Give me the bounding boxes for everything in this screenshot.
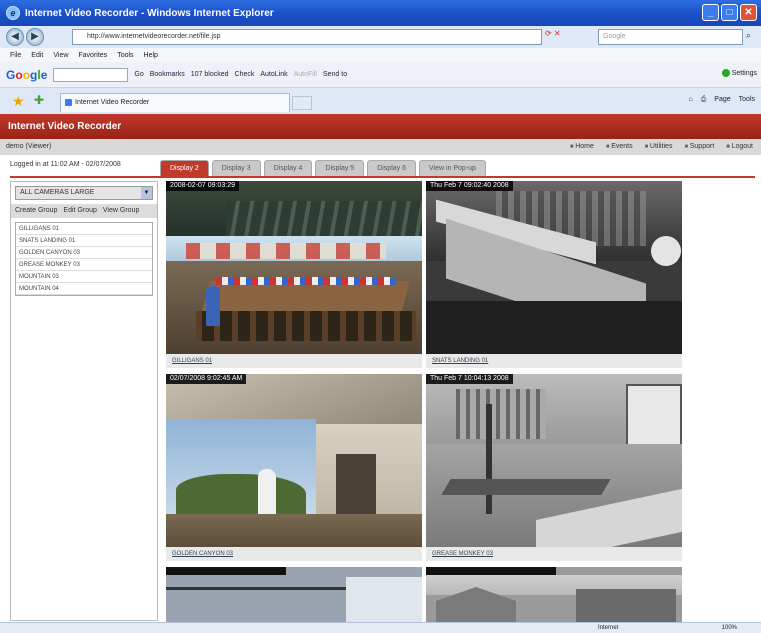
camera-feed-image[interactable]: 02/07/2008 9:02:45 AM (166, 374, 422, 547)
camera-list-item[interactable]: MOUNTAIN 04 (16, 283, 152, 295)
menu-help[interactable]: Help (144, 52, 158, 59)
camera-tile[interactable]: Thu Feb 7 10:04:13 2008 GREASE MONKEY 03 (426, 374, 682, 564)
camera-list-item[interactable]: GOLDEN CANYON 03 (16, 247, 152, 259)
tab-display-4[interactable]: Display 4 (263, 160, 313, 176)
tab-divider (10, 176, 755, 178)
popup-blocked-button[interactable]: 107 blocked (191, 71, 229, 78)
menu-view[interactable]: View (53, 52, 68, 59)
favorites-bar: ★ ✚ Internet Video Recorder ⌂ ⎙ Page Too… (0, 88, 761, 114)
nav-home[interactable]: Home (570, 139, 594, 155)
app-nav: Home Events Utilities Support Logout (570, 139, 753, 155)
create-group-link[interactable]: Create Group (15, 204, 57, 218)
window-controls: _ □ ✕ (702, 4, 757, 21)
chevron-down-icon[interactable]: ▼ (141, 187, 152, 199)
tab-display-5[interactable]: Display 5 (315, 160, 365, 176)
camera-list-item[interactable]: GREASE MONKEY 03 (16, 259, 152, 271)
zoom-level[interactable]: 100% (722, 623, 737, 633)
new-tab-button[interactable] (292, 96, 312, 110)
camera-tile[interactable]: Thu Feb 7 09:02:40 2008 SNATS LANDING 01 (426, 181, 682, 371)
view-group-link[interactable]: View Group (103, 204, 139, 218)
google-search-input[interactable] (53, 67, 129, 82)
maximize-button[interactable]: □ (721, 4, 738, 21)
camera-caption-link[interactable]: GREASE MONKEY 03 (426, 547, 682, 561)
nav-events[interactable]: Events (606, 139, 632, 155)
edit-group-link[interactable]: Edit Group (63, 204, 96, 218)
camera-tile[interactable] (426, 567, 682, 622)
tools-menu[interactable]: Tools (739, 96, 755, 104)
app-header: Internet Video Recorder (0, 114, 761, 139)
camera-list-item[interactable]: MOUNTAIN 03 (16, 271, 152, 283)
tab-display-6[interactable]: Display 6 (367, 160, 416, 176)
refresh-stop-icons[interactable]: ⟳ ✕ (545, 29, 561, 38)
command-bar: ⌂ ⎙ Page Tools (688, 96, 755, 104)
nav-support[interactable]: Support (684, 139, 715, 155)
google-logo: Google (6, 67, 48, 82)
page-menu[interactable]: Page (714, 96, 730, 104)
camera-list-item[interactable]: SNATS LANDING 01 (16, 235, 152, 247)
tab-display-3[interactable]: Display 3 (211, 160, 261, 176)
user-bar: demo (Viewer) Home Events Utilities Supp… (0, 139, 761, 155)
minimize-button[interactable]: _ (702, 4, 719, 21)
security-zone: Internet (598, 625, 619, 631)
search-icon[interactable]: ⌕ (746, 30, 751, 41)
camera-tile[interactable]: 2008-02-07 09:03:29 GILLIGANS 01 (166, 181, 422, 371)
login-status: Logged in at 11:02 AM - 02/07/2008 (10, 161, 121, 168)
autofill-button[interactable]: AutoFill (294, 71, 317, 78)
home-icon[interactable]: ⌂ (688, 96, 692, 104)
menu-tools[interactable]: Tools (117, 52, 133, 59)
google-toolbar: Google Go Bookmarks 107 blocked Check Au… (0, 62, 761, 88)
camera-tile[interactable] (166, 567, 422, 622)
menu-file[interactable]: File (10, 52, 21, 59)
camera-feed-image[interactable] (166, 567, 422, 622)
nav-logout[interactable]: Logout (726, 139, 753, 155)
browser-tab[interactable]: Internet Video Recorder (60, 93, 290, 112)
camera-group-select[interactable]: ALL CAMERAS LARGE ▼ (15, 186, 153, 200)
camera-timestamp: Thu Feb 7 09:02:40 2008 (426, 181, 513, 191)
autolink-button[interactable]: AutoLink (260, 71, 287, 78)
address-input[interactable]: http://www.internetvideorecorder.net/fil… (72, 29, 542, 45)
camera-timestamp: 02/07/2008 9:02:45 AM (166, 374, 247, 384)
camera-caption-link[interactable]: SNATS LANDING 01 (426, 354, 682, 368)
nav-utilities[interactable]: Utilities (645, 139, 673, 155)
close-button[interactable]: ✕ (740, 4, 757, 21)
add-favorite-icon[interactable]: ✚ (34, 93, 44, 107)
ie-logo-icon: e (6, 6, 20, 20)
window-title: Internet Video Recorder - Windows Intern… (25, 7, 274, 19)
camera-list-item[interactable]: GILLIGANS 01 (16, 223, 152, 235)
camera-feed-image[interactable]: Thu Feb 7 10:04:13 2008 (426, 374, 682, 547)
camera-feed-image[interactable]: 2008-02-07 09:03:29 (166, 181, 422, 354)
camera-tile[interactable]: 02/07/2008 9:02:45 AM GOLDEN CANYON 03 (166, 374, 422, 564)
menu-favorites[interactable]: Favorites (78, 52, 107, 59)
menu-edit[interactable]: Edit (31, 52, 43, 59)
status-bar: Internet 100% (0, 622, 761, 633)
check-button[interactable]: Check (235, 71, 255, 78)
back-icon[interactable]: ◀ (6, 28, 24, 46)
menu-bar: File Edit View Favorites Tools Help (0, 48, 761, 62)
send-to-button[interactable]: Send to (323, 71, 347, 78)
user-name: demo (Viewer) (6, 143, 52, 150)
settings-button[interactable]: Settings (722, 69, 757, 77)
address-bar: ◀ ▶ http://www.internetvideorecorder.net… (0, 26, 761, 48)
tab-display-2[interactable]: Display 2 (160, 160, 209, 176)
search-input[interactable]: Google (598, 29, 743, 45)
camera-group-value: ALL CAMERAS LARGE (20, 189, 95, 196)
camera-timestamp: Thu Feb 7 10:04:13 2008 (426, 374, 513, 384)
tab-view-popup[interactable]: View in Pop-up (418, 160, 486, 176)
group-actions: Create Group Edit Group View Group (11, 204, 157, 218)
bookmarks-button[interactable]: Bookmarks (150, 71, 185, 78)
camera-caption-link[interactable]: GOLDEN CANYON 03 (166, 547, 422, 561)
forward-icon[interactable]: ▶ (26, 28, 44, 46)
print-icon[interactable]: ⎙ (701, 96, 707, 104)
google-go-button[interactable]: Go (134, 71, 143, 78)
camera-sidebar: ALL CAMERAS LARGE ▼ Create Group Edit Gr… (10, 181, 158, 621)
camera-list: GILLIGANS 01 SNATS LANDING 01 GOLDEN CAN… (15, 222, 153, 296)
camera-timestamp: 2008-02-07 09:03:29 (166, 181, 239, 191)
camera-feed-image[interactable] (426, 567, 682, 622)
display-tabs: Display 2 Display 3 Display 4 Display 5 … (160, 160, 486, 176)
camera-feed-image[interactable]: Thu Feb 7 09:02:40 2008 (426, 181, 682, 354)
camera-caption-link[interactable]: GILLIGANS 01 (166, 354, 422, 368)
favorites-star-icon[interactable]: ★ (12, 93, 25, 110)
window-title-bar: e Internet Video Recorder - Windows Inte… (0, 0, 761, 26)
